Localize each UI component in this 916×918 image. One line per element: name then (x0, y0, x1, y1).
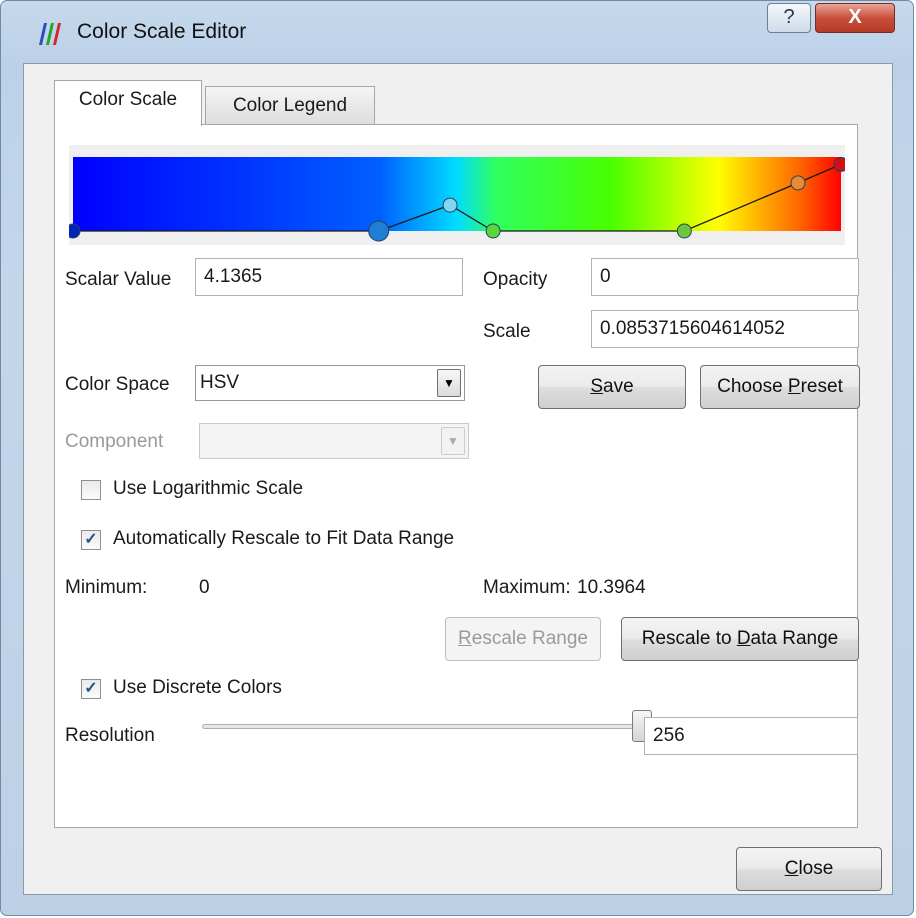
color-gradient-svg[interactable] (69, 145, 845, 245)
resolution-slider-track[interactable] (202, 724, 652, 729)
close-mnemonic: C (784, 858, 799, 879)
opacity-control-point[interactable] (69, 223, 81, 239)
minimum-value: 0 (199, 577, 210, 598)
scalar-value-label: Scalar Value (65, 269, 172, 290)
rescale-range-button[interactable]: Rescale Range (445, 617, 601, 661)
window-close-button[interactable]: X (815, 3, 895, 33)
maximum-label: Maximum: (483, 577, 571, 598)
discrete-colors-label: Use Discrete Colors (113, 677, 282, 698)
maximum-value: 10.3964 (577, 577, 646, 598)
discrete-colors-checkbox[interactable]: ✓ (81, 679, 101, 699)
auto-rescale-checkbox[interactable]: ✓ (81, 530, 101, 550)
color-space-select[interactable]: HSV ▼ (195, 365, 465, 401)
color-space-label: Color Space (65, 374, 170, 395)
rescale-to-data-range-mnemonic: D (736, 628, 751, 649)
opacity-control-point[interactable] (485, 223, 501, 239)
resolution-input[interactable]: 256 (644, 717, 858, 755)
component-label: Component (65, 431, 164, 452)
paraview-logo-icon (39, 23, 61, 45)
opacity-control-point[interactable] (676, 223, 692, 239)
scale-input[interactable]: 0.0853715604614052 (591, 310, 859, 348)
tab-color-scale[interactable]: Color Scale (54, 80, 202, 126)
opacity-control-point[interactable] (790, 175, 806, 191)
color-gradient-bar[interactable] (73, 157, 841, 231)
dialog-window: Color Scale Editor ? X Color Scale Color… (0, 0, 914, 916)
window-title: Color Scale Editor (77, 20, 247, 43)
opacity-control-point[interactable] (833, 156, 845, 172)
color-scale-editor-canvas[interactable] (69, 145, 845, 245)
auto-rescale-label: Automatically Rescale to Fit Data Range (113, 528, 455, 549)
opacity-control-point[interactable] (442, 197, 458, 213)
save-button[interactable]: Save (538, 365, 686, 409)
opacity-control-point[interactable] (368, 220, 390, 242)
rescale-to-data-range-button[interactable]: Rescale to Data Range (621, 617, 859, 661)
log-scale-checkbox[interactable] (81, 480, 101, 500)
opacity-input[interactable]: 0 (591, 258, 859, 296)
opacity-label: Opacity (483, 269, 548, 290)
save-mnemonic: S (590, 376, 604, 397)
minimum-label: Minimum: (65, 577, 148, 598)
title-bar[interactable]: Color Scale Editor ? X (1, 1, 913, 63)
resolution-label: Resolution (65, 725, 155, 746)
choose-preset-mnemonic: P (787, 376, 801, 397)
scalar-value-input[interactable]: 4.1365 (195, 258, 463, 296)
dialog-client-area: Color Scale Color Legend Scalar Value 4.… (23, 63, 893, 895)
help-button[interactable]: ? (767, 3, 811, 33)
chevron-down-icon[interactable]: ▼ (441, 427, 465, 455)
rescale-range-mnemonic: R (458, 628, 472, 649)
tab-color-legend[interactable]: Color Legend (205, 86, 375, 126)
component-select[interactable]: ▼ (199, 423, 469, 459)
choose-preset-button[interactable]: Choose Preset (700, 365, 860, 409)
log-scale-label: Use Logarithmic Scale (113, 478, 304, 499)
chevron-down-icon[interactable]: ▼ (437, 369, 461, 397)
color-space-value: HSV (200, 372, 240, 393)
scale-label: Scale (483, 321, 531, 342)
close-button[interactable]: Close (736, 847, 882, 891)
